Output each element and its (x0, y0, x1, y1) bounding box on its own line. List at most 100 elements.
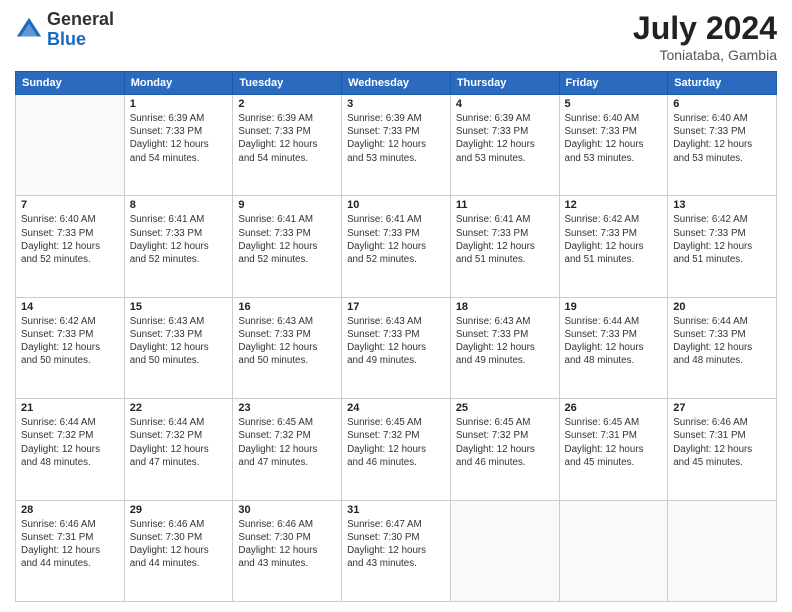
day-info: Sunrise: 6:40 AMSunset: 7:33 PMDaylight:… (21, 213, 119, 266)
calendar-week-5: 28 Sunrise: 6:46 AMSunset: 7:31 PMDayligh… (16, 500, 777, 601)
calendar-cell: 27 Sunrise: 6:46 AMSunset: 7:31 PMDayligh… (668, 399, 777, 500)
calendar-cell: 25 Sunrise: 6:45 AMSunset: 7:32 PMDayligh… (450, 399, 559, 500)
day-info: Sunrise: 6:45 AMSunset: 7:31 PMDaylight:… (565, 416, 663, 469)
title-month: July 2024 (633, 10, 777, 47)
calendar-cell: 19 Sunrise: 6:44 AMSunset: 7:33 PMDayligh… (559, 297, 668, 398)
day-info: Sunrise: 6:44 AMSunset: 7:32 PMDaylight:… (21, 416, 119, 469)
title-block: July 2024 Toniataba, Gambia (633, 10, 777, 63)
day-number: 7 (21, 199, 119, 211)
col-saturday: Saturday (668, 72, 777, 95)
calendar-cell: 11 Sunrise: 6:41 AMSunset: 7:33 PMDayligh… (450, 196, 559, 297)
day-info: Sunrise: 6:42 AMSunset: 7:33 PMDaylight:… (21, 315, 119, 368)
logo-blue: Blue (47, 30, 114, 50)
calendar-cell: 5Sunrise: 6:40 AMSunset: 7:33 PMDaylight… (559, 95, 668, 196)
day-info: Sunrise: 6:46 AMSunset: 7:31 PMDaylight:… (21, 518, 119, 571)
day-number: 29 (130, 504, 228, 516)
logo-general: General (47, 10, 114, 30)
calendar-cell: 30Sunrise: 6:46 AMSunset: 7:30 PMDayligh… (233, 500, 342, 601)
day-number: 28 (21, 504, 119, 516)
header: General Blue July 2024 Toniataba, Gambia (15, 10, 777, 63)
day-info: Sunrise: 6:45 AMSunset: 7:32 PMDaylight:… (238, 416, 336, 469)
calendar-cell: 24 Sunrise: 6:45 AMSunset: 7:32 PMDayligh… (342, 399, 451, 500)
calendar-cell: 1Sunrise: 6:39 AMSunset: 7:33 PMDaylight… (124, 95, 233, 196)
calendar-cell: 29 Sunrise: 6:46 AMSunset: 7:30 PMDayligh… (124, 500, 233, 601)
day-number: 3 (347, 98, 445, 110)
day-number: 24 (347, 402, 445, 414)
logo-text: General Blue (47, 10, 114, 50)
title-location: Toniataba, Gambia (633, 47, 777, 63)
day-info: Sunrise: 6:39 AMSunset: 7:33 PMDaylight:… (456, 112, 554, 165)
day-number: 10 (347, 199, 445, 211)
calendar-cell: 31 Sunrise: 6:47 AMSunset: 7:30 PMDayligh… (342, 500, 451, 601)
logo-icon (15, 16, 43, 44)
day-number: 22 (130, 402, 228, 414)
day-number: 20 (673, 301, 771, 313)
logo: General Blue (15, 10, 114, 50)
calendar-cell: 16Sunrise: 6:43 AMSunset: 7:33 PMDayligh… (233, 297, 342, 398)
calendar-cell: 17 Sunrise: 6:43 AMSunset: 7:33 PMDayligh… (342, 297, 451, 398)
day-number: 13 (673, 199, 771, 211)
col-tuesday: Tuesday (233, 72, 342, 95)
day-number: 30 (238, 504, 336, 516)
calendar-cell: 26 Sunrise: 6:45 AMSunset: 7:31 PMDayligh… (559, 399, 668, 500)
day-number: 15 (130, 301, 228, 313)
calendar-table: Sunday Monday Tuesday Wednesday Thursday… (15, 71, 777, 602)
day-info: Sunrise: 6:46 AMSunset: 7:30 PMDaylight:… (130, 518, 228, 571)
col-sunday: Sunday (16, 72, 125, 95)
day-info: Sunrise: 6:39 AMSunset: 7:33 PMDaylight:… (130, 112, 228, 165)
day-info: Sunrise: 6:45 AMSunset: 7:32 PMDaylight:… (456, 416, 554, 469)
day-number: 21 (21, 402, 119, 414)
calendar-week-4: 21 Sunrise: 6:44 AMSunset: 7:32 PMDayligh… (16, 399, 777, 500)
calendar-cell: 8Sunrise: 6:41 AMSunset: 7:33 PMDaylight… (124, 196, 233, 297)
day-info: Sunrise: 6:41 AMSunset: 7:33 PMDaylight:… (456, 213, 554, 266)
col-monday: Monday (124, 72, 233, 95)
day-info: Sunrise: 6:40 AMSunset: 7:33 PMDaylight:… (673, 112, 771, 165)
day-info: Sunrise: 6:40 AMSunset: 7:33 PMDaylight:… (565, 112, 663, 165)
calendar-cell: 14Sunrise: 6:42 AMSunset: 7:33 PMDayligh… (16, 297, 125, 398)
day-number: 6 (673, 98, 771, 110)
day-number: 18 (456, 301, 554, 313)
calendar-cell (668, 500, 777, 601)
calendar-cell: 2Sunrise: 6:39 AMSunset: 7:33 PMDaylight… (233, 95, 342, 196)
day-number: 19 (565, 301, 663, 313)
day-number: 11 (456, 199, 554, 211)
day-number: 2 (238, 98, 336, 110)
col-thursday: Thursday (450, 72, 559, 95)
day-number: 17 (347, 301, 445, 313)
header-row: Sunday Monday Tuesday Wednesday Thursday… (16, 72, 777, 95)
day-info: Sunrise: 6:43 AMSunset: 7:33 PMDaylight:… (130, 315, 228, 368)
col-friday: Friday (559, 72, 668, 95)
calendar-cell: 3Sunrise: 6:39 AMSunset: 7:33 PMDaylight… (342, 95, 451, 196)
day-number: 31 (347, 504, 445, 516)
day-number: 25 (456, 402, 554, 414)
day-number: 12 (565, 199, 663, 211)
day-info: Sunrise: 6:42 AMSunset: 7:33 PMDaylight:… (565, 213, 663, 266)
calendar-cell: 10Sunrise: 6:41 AMSunset: 7:33 PMDayligh… (342, 196, 451, 297)
calendar-cell: 12 Sunrise: 6:42 AMSunset: 7:33 PMDayligh… (559, 196, 668, 297)
day-number: 9 (238, 199, 336, 211)
day-info: Sunrise: 6:46 AMSunset: 7:31 PMDaylight:… (673, 416, 771, 469)
day-number: 23 (238, 402, 336, 414)
calendar-cell: 21 Sunrise: 6:44 AMSunset: 7:32 PMDayligh… (16, 399, 125, 500)
calendar-cell (450, 500, 559, 601)
calendar-cell: 28 Sunrise: 6:46 AMSunset: 7:31 PMDayligh… (16, 500, 125, 601)
calendar-cell: 13 Sunrise: 6:42 AMSunset: 7:33 PMDayligh… (668, 196, 777, 297)
day-info: Sunrise: 6:44 AMSunset: 7:33 PMDaylight:… (673, 315, 771, 368)
day-info: Sunrise: 6:44 AMSunset: 7:32 PMDaylight:… (130, 416, 228, 469)
day-info: Sunrise: 6:42 AMSunset: 7:33 PMDaylight:… (673, 213, 771, 266)
day-info: Sunrise: 6:47 AMSunset: 7:30 PMDaylight:… (347, 518, 445, 571)
day-info: Sunrise: 6:44 AMSunset: 7:33 PMDaylight:… (565, 315, 663, 368)
day-info: Sunrise: 6:45 AMSunset: 7:32 PMDaylight:… (347, 416, 445, 469)
calendar-cell: 4 Sunrise: 6:39 AMSunset: 7:33 PMDaylight… (450, 95, 559, 196)
day-info: Sunrise: 6:43 AMSunset: 7:33 PMDaylight:… (347, 315, 445, 368)
calendar-cell: 7 Sunrise: 6:40 AMSunset: 7:33 PMDaylight… (16, 196, 125, 297)
day-number: 27 (673, 402, 771, 414)
calendar-cell: 9Sunrise: 6:41 AMSunset: 7:33 PMDaylight… (233, 196, 342, 297)
calendar-cell (16, 95, 125, 196)
calendar-cell: 22 Sunrise: 6:44 AMSunset: 7:32 PMDayligh… (124, 399, 233, 500)
day-number: 4 (456, 98, 554, 110)
day-number: 26 (565, 402, 663, 414)
day-info: Sunrise: 6:43 AMSunset: 7:33 PMDaylight:… (456, 315, 554, 368)
calendar-cell: 20 Sunrise: 6:44 AMSunset: 7:33 PMDayligh… (668, 297, 777, 398)
calendar-cell: 23 Sunrise: 6:45 AMSunset: 7:32 PMDayligh… (233, 399, 342, 500)
